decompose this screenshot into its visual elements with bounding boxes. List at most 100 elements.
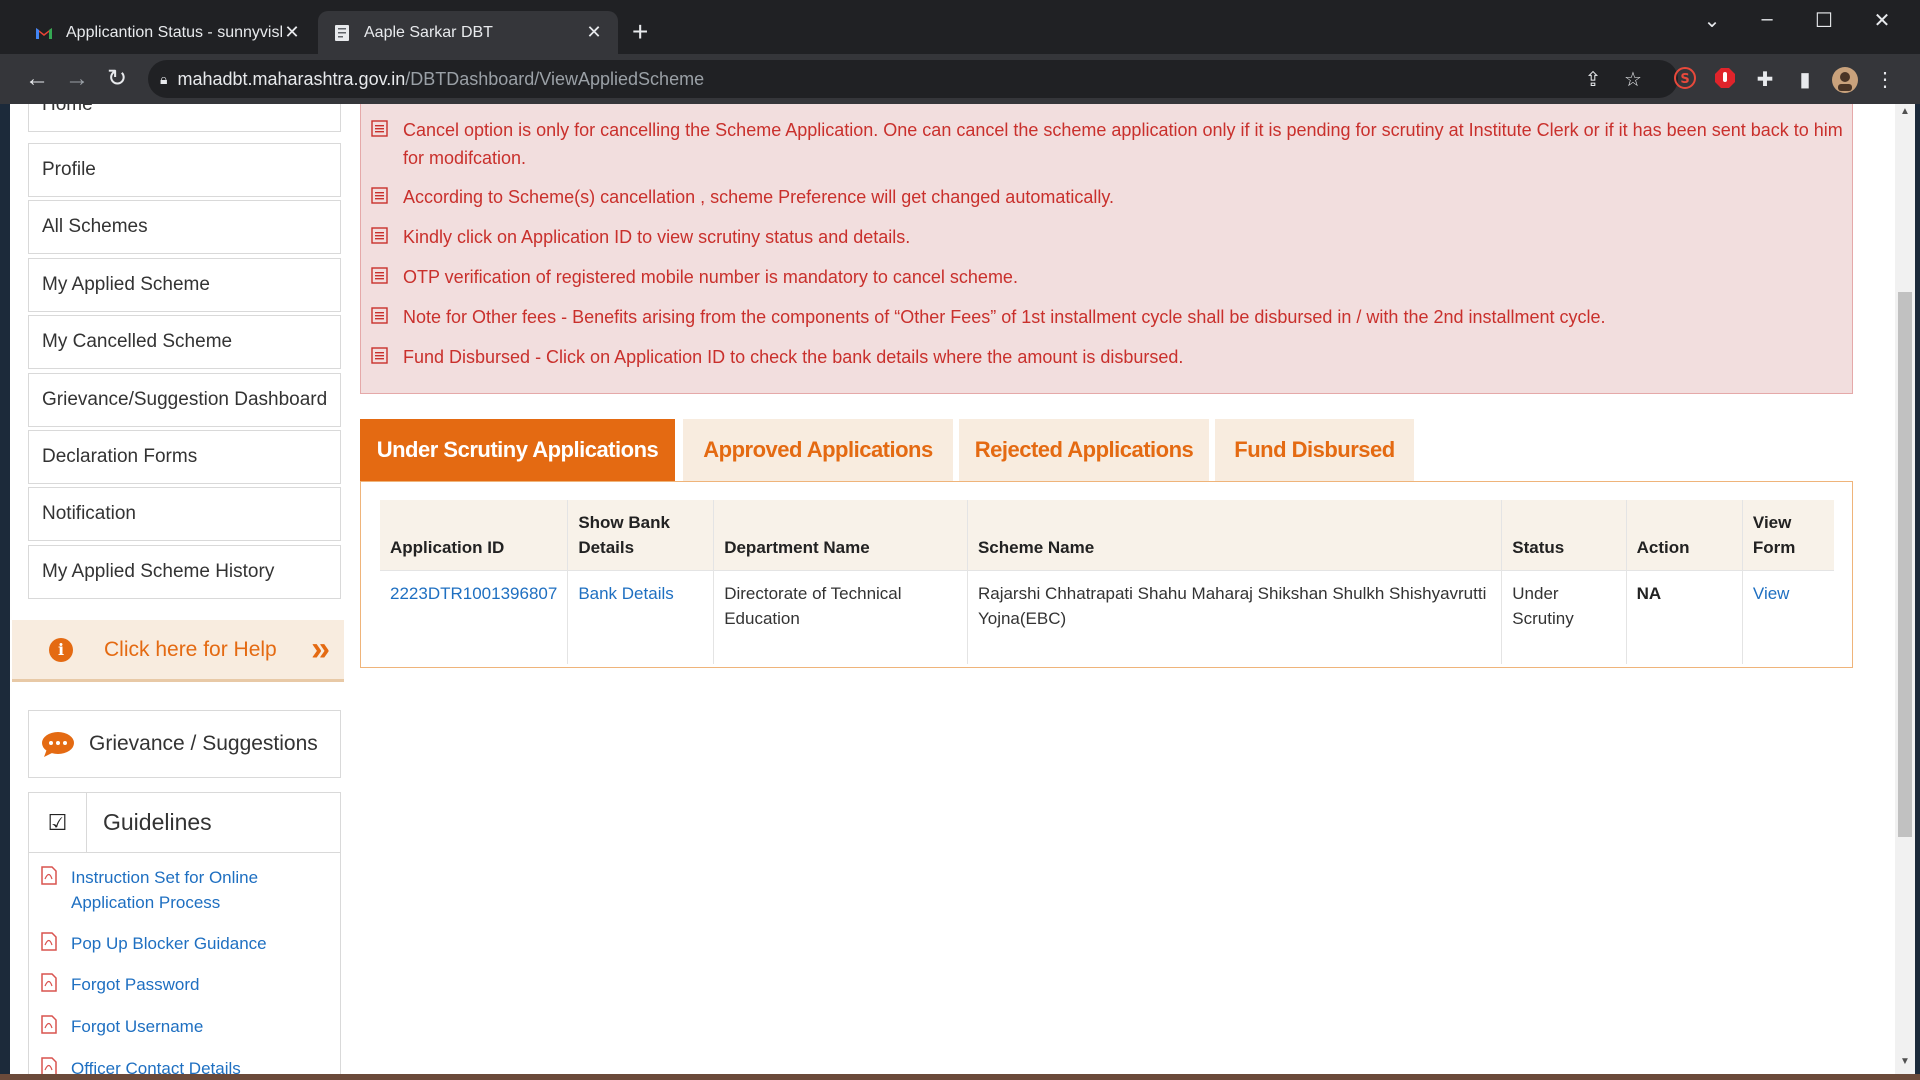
sidebar-item-all-schemes[interactable]: All Schemes (28, 200, 341, 254)
note-text: According to Scheme(s) cancellation , sc… (403, 187, 1115, 207)
sidebar-item-label: Notification (42, 503, 136, 524)
pdf-icon (41, 866, 57, 885)
document-icon (335, 24, 349, 41)
view-form-cell: View (1742, 571, 1834, 664)
list-icon (371, 187, 388, 204)
tab-under-scrutiny[interactable]: Under Scrutiny Applications (360, 419, 675, 481)
sidebar-item-label: Home (42, 104, 93, 115)
note-text: Cancel option is only for cancelling the… (403, 120, 1843, 168)
chat-bubble-icon (42, 732, 74, 757)
viewport: Home Profile All Schemes My Applied Sche… (0, 104, 1920, 1074)
sidebar-item-notification[interactable]: Notification (28, 487, 341, 541)
adblock-icon[interactable] (1712, 67, 1738, 93)
application-id-link[interactable]: 2223DTR1001396807 (390, 584, 557, 603)
window-close-icon[interactable]: ✕ (1870, 8, 1894, 33)
table-header-row: Application ID Show Bank Details Departm… (380, 500, 1834, 571)
extensions-puzzle-icon[interactable]: ✚ (1752, 67, 1778, 93)
web-page: Home Profile All Schemes My Applied Sche… (10, 104, 1895, 1074)
guideline-link-label: Pop Up Blocker Guidance (71, 934, 267, 953)
menu-kebab-icon[interactable]: ⋮ (1872, 67, 1898, 93)
gmail-icon (36, 27, 52, 39)
sidebar-item-profile[interactable]: Profile (28, 143, 341, 197)
profile-avatar[interactable] (1832, 67, 1858, 93)
sidebar-item-my-applied-scheme[interactable]: My Applied Scheme (28, 258, 341, 312)
sidebar-item-my-cancelled-scheme[interactable]: My Cancelled Scheme (28, 315, 341, 369)
extension-s-icon[interactable]: S (1672, 67, 1698, 93)
tab-approved[interactable]: Approved Applications (683, 419, 953, 481)
sidebar-item-label: My Applied Scheme History (42, 561, 275, 582)
list-icon (371, 227, 388, 244)
sidebar-item-home[interactable]: Home (28, 104, 341, 132)
bank-details-cell: Bank Details (567, 570, 715, 664)
column-header: Show Bank Details (567, 500, 715, 571)
scroll-down-icon[interactable]: ▼ (1895, 1056, 1915, 1067)
side-panel-icon[interactable]: ▮ (1792, 67, 1818, 93)
sidebar-item-label: My Cancelled Scheme (42, 331, 233, 352)
pdf-icon (41, 1015, 57, 1034)
scroll-up-icon[interactable]: ▲ (1895, 106, 1915, 117)
browser-tab-gmail[interactable]: Applicantion Status - sunnyvishw ✕ (20, 11, 316, 54)
tab-title: Applicantion Status - sunnyvishw (66, 23, 282, 41)
guideline-link-popup-blocker[interactable]: Pop Up Blocker Guidance (41, 931, 291, 956)
guideline-link-forgot-password[interactable]: Forgot Password (41, 972, 291, 997)
guideline-link-label: Officer Contact Details (71, 1059, 241, 1074)
guidelines-panel: ☑ Guidelines Instruction Set for Online … (28, 792, 341, 1074)
list-icon (371, 267, 388, 284)
guideline-link-label: Forgot Password (71, 975, 200, 994)
lock-icon: 🔒︎ (160, 70, 168, 87)
sidebar-item-grievance-dashboard[interactable]: Grievance/Suggestion Dashboard (28, 373, 341, 427)
pdf-icon (41, 932, 57, 951)
close-icon[interactable]: ✕ (282, 22, 302, 43)
tab-fund-disbursed[interactable]: Fund Disbursed (1215, 419, 1414, 481)
column-header: Department Name (713, 500, 968, 571)
sidebar-item-declaration-forms[interactable]: Declaration Forms (28, 430, 341, 484)
reload-icon[interactable]: ↻ (102, 64, 132, 94)
grievance-suggestions-link[interactable]: Grievance / Suggestions (28, 710, 341, 778)
bookmark-star-icon[interactable]: ☆ (1620, 67, 1646, 93)
tab-title: Aaple Sarkar DBT (364, 23, 493, 41)
page-scrollbar[interactable]: ▲ ▼ (1895, 104, 1915, 1074)
note-item: According to Scheme(s) cancellation , sc… (371, 183, 1843, 211)
view-form-link[interactable]: View (1753, 584, 1790, 603)
column-header: Status (1501, 500, 1627, 571)
sidebar-item-label: My Applied Scheme (42, 274, 210, 295)
sidebar-item-label: Profile (42, 159, 96, 180)
sidebar-item-label: Grievance/Suggestion Dashboard (42, 389, 328, 410)
note-item: OTP verification of registered mobile nu… (371, 263, 1843, 291)
guideline-link-forgot-username[interactable]: Forgot Username (41, 1014, 291, 1039)
note-item: Kindly click on Application ID to view s… (371, 223, 1843, 251)
list-icon (371, 307, 388, 324)
desktop-wallpaper-strip (0, 1074, 1920, 1080)
tab-rejected[interactable]: Rejected Applications (959, 419, 1209, 481)
scrollbar-thumb[interactable] (1898, 292, 1912, 837)
list-icon (371, 120, 388, 137)
guideline-link-officer-contact[interactable]: Officer Contact Details (41, 1056, 291, 1074)
bank-details-link[interactable]: Bank Details (578, 584, 673, 603)
column-header: Action (1626, 500, 1743, 571)
double-chevron-right-icon: » (311, 630, 330, 668)
guideline-link-instruction-set[interactable]: Instruction Set for Online Application P… (41, 865, 291, 915)
back-icon[interactable]: ← (22, 64, 52, 94)
tab-search-icon[interactable]: ⌄ (1700, 8, 1724, 33)
sidebar-item-label: All Schemes (42, 216, 148, 237)
forward-icon[interactable]: → (62, 64, 92, 94)
close-icon[interactable]: ✕ (584, 22, 604, 43)
url-host: mahadbt.maharashtra.gov.in (177, 68, 406, 89)
note-item: Cancel option is only for cancelling the… (371, 116, 1843, 172)
share-icon[interactable]: ⇪ (1580, 67, 1606, 93)
list-icon (371, 347, 388, 364)
sidebar-item-applied-scheme-history[interactable]: My Applied Scheme History (28, 545, 341, 599)
address-bar[interactable]: 🔒︎ mahadbt.maharashtra.gov.in /DBTDashbo… (148, 60, 1678, 98)
browser-tab-aaple-sarkar[interactable]: Aaple Sarkar DBT ✕ (318, 11, 618, 54)
column-header: View Form (1742, 500, 1834, 571)
help-button[interactable]: i Click here for Help » (12, 620, 344, 682)
new-tab-icon[interactable]: + (632, 16, 648, 48)
grievance-label: Grievance / Suggestions (89, 732, 318, 755)
guideline-link-label: Forgot Username (71, 1017, 204, 1036)
minimize-icon[interactable]: – (1755, 8, 1779, 31)
info-icon: i (49, 637, 73, 662)
maximize-icon[interactable]: ☐ (1812, 8, 1836, 33)
note-text: OTP verification of registered mobile nu… (403, 267, 1018, 287)
note-item: Note for Other fees - Benefits arising f… (371, 303, 1843, 331)
note-text: Note for Other fees - Benefits arising f… (403, 307, 1606, 327)
